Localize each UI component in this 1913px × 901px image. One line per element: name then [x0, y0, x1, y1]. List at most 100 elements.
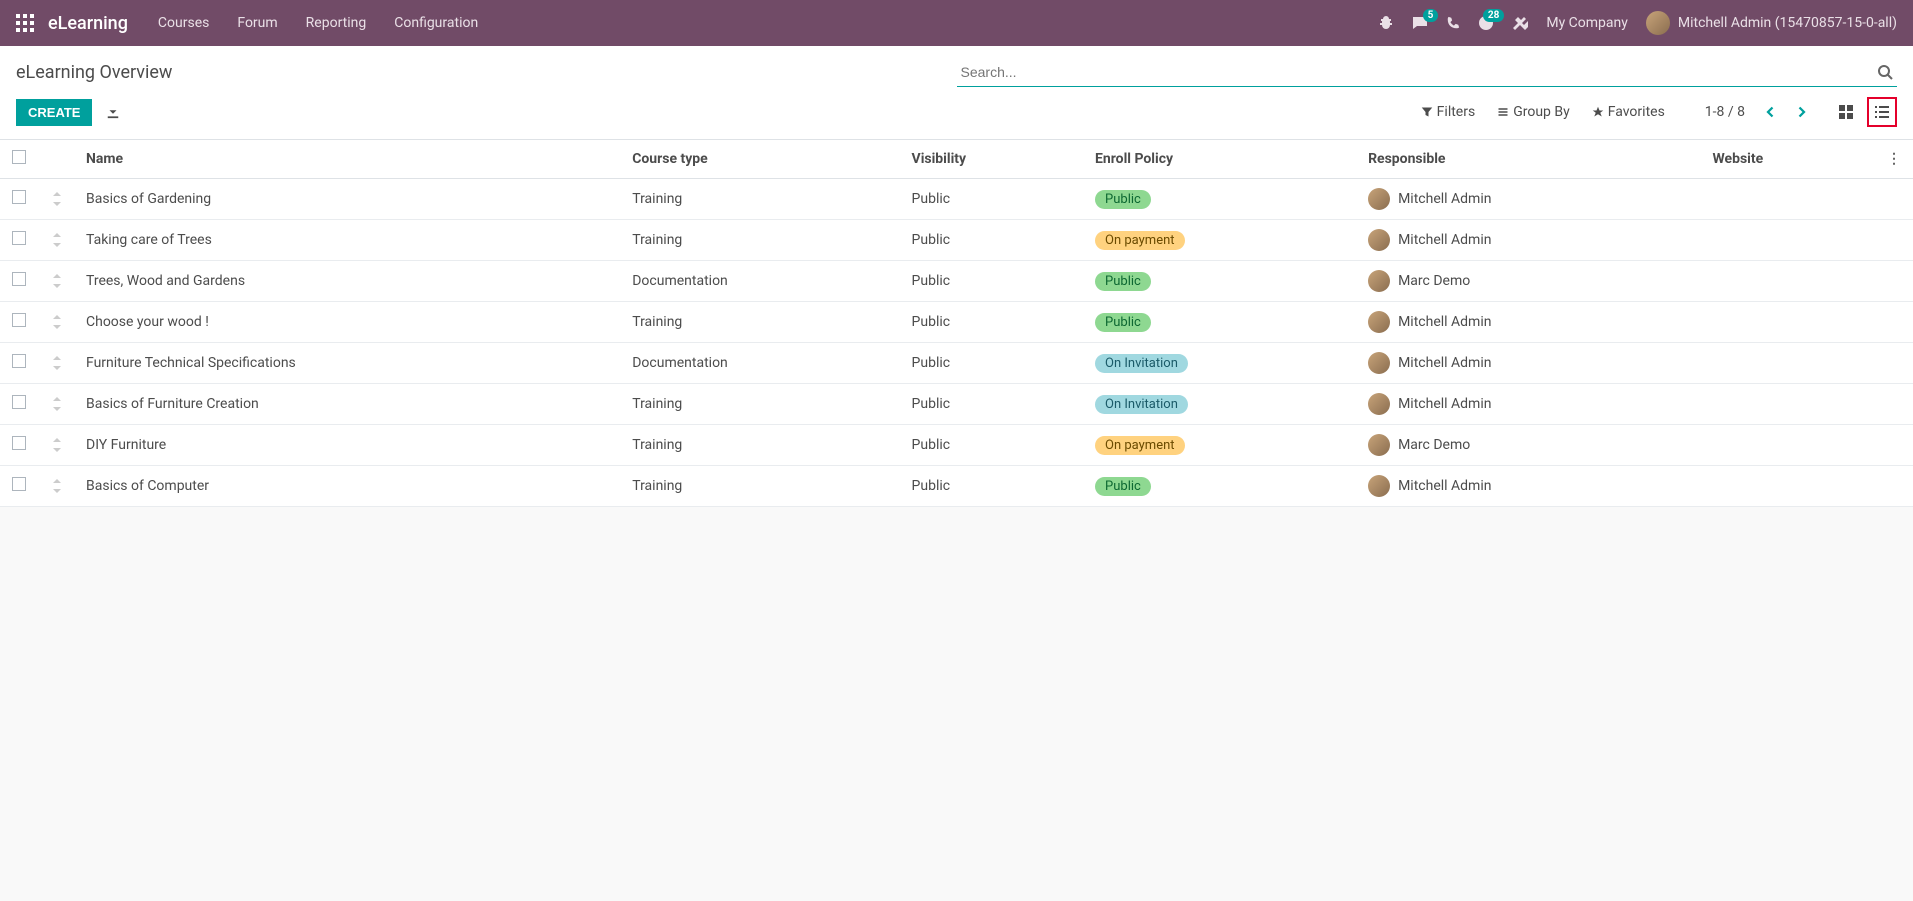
search-icon[interactable] [1877, 64, 1893, 80]
cell-course-type: Documentation [620, 261, 899, 302]
row-checkbox[interactable] [12, 436, 26, 450]
responsible-avatar-icon [1368, 229, 1390, 251]
row-checkbox[interactable] [12, 313, 26, 327]
drag-handle-icon[interactable] [52, 192, 62, 206]
enroll-badge: Public [1095, 477, 1151, 496]
cell-responsible: Marc Demo [1356, 261, 1700, 302]
menu-configuration[interactable]: Configuration [394, 15, 478, 31]
col-enroll-policy[interactable]: Enroll Policy [1083, 140, 1356, 179]
filter-icon [1421, 106, 1433, 118]
pager-text[interactable]: 1-8 / 8 [1705, 104, 1745, 120]
col-visibility[interactable]: Visibility [900, 140, 1083, 179]
cell-responsible: Mitchell Admin [1356, 220, 1700, 261]
table-row[interactable]: Basics of GardeningTrainingPublicPublicM… [0, 179, 1913, 220]
cell-website [1700, 343, 1875, 384]
search-options: Filters Group By Favorites [1421, 104, 1665, 120]
menu-forum[interactable]: Forum [237, 15, 277, 31]
col-course-type[interactable]: Course type [620, 140, 899, 179]
drag-handle-icon[interactable] [52, 438, 62, 452]
phone-icon[interactable] [1446, 16, 1460, 30]
cell-course-type: Training [620, 384, 899, 425]
optional-columns-button[interactable]: ⋮ [1875, 140, 1913, 179]
drag-handle-icon[interactable] [52, 274, 62, 288]
create-button[interactable]: CREATE [16, 99, 92, 126]
company-selector[interactable]: My Company [1546, 15, 1628, 31]
cell-visibility: Public [900, 384, 1083, 425]
drag-handle-icon[interactable] [52, 233, 62, 247]
table-row[interactable]: Basics of Furniture CreationTrainingPubl… [0, 384, 1913, 425]
cell-visibility: Public [900, 302, 1083, 343]
cell-responsible: Mitchell Admin [1356, 179, 1700, 220]
drag-handle-icon[interactable] [52, 356, 62, 370]
responsible-avatar-icon [1368, 270, 1390, 292]
col-website[interactable]: Website [1700, 140, 1875, 179]
group-icon [1497, 106, 1509, 118]
enroll-badge: Public [1095, 190, 1151, 209]
activities-icon[interactable]: 28 [1478, 15, 1494, 31]
cell-name: Furniture Technical Specifications [74, 343, 620, 384]
list-view-button[interactable] [1867, 97, 1897, 127]
menu-reporting[interactable]: Reporting [306, 15, 367, 31]
table-row[interactable]: Basics of ComputerTrainingPublicPublicMi… [0, 466, 1913, 507]
row-checkbox[interactable] [12, 395, 26, 409]
group-by-button[interactable]: Group By [1497, 104, 1570, 120]
responsible-avatar-icon [1368, 352, 1390, 374]
select-all-checkbox[interactable] [12, 150, 26, 164]
table-row[interactable]: Choose your wood !TrainingPublicPublicMi… [0, 302, 1913, 343]
cell-name: Choose your wood ! [74, 302, 620, 343]
kanban-view-button[interactable] [1831, 97, 1861, 127]
cell-name: Trees, Wood and Gardens [74, 261, 620, 302]
export-button[interactable] [106, 105, 120, 119]
cell-visibility: Public [900, 220, 1083, 261]
cell-enroll-policy: Public [1083, 179, 1356, 220]
pager-prev-button[interactable] [1761, 102, 1781, 122]
cell-website [1700, 179, 1875, 220]
cell-website [1700, 425, 1875, 466]
tools-icon[interactable] [1512, 15, 1528, 31]
cell-responsible: Mitchell Admin [1356, 384, 1700, 425]
cell-website [1700, 261, 1875, 302]
cp-right: 1-8 / 8 [1705, 97, 1897, 127]
cell-enroll-policy: Public [1083, 261, 1356, 302]
enroll-badge: On Invitation [1095, 395, 1188, 414]
app-brand[interactable]: eLearning [48, 13, 128, 34]
cell-responsible: Mitchell Admin [1356, 466, 1700, 507]
course-table: Name Course type Visibility Enroll Polic… [0, 140, 1913, 507]
debug-icon[interactable] [1378, 15, 1394, 31]
table-row[interactable]: Taking care of TreesTrainingPublicOn pay… [0, 220, 1913, 261]
row-checkbox[interactable] [12, 354, 26, 368]
search-wrap [957, 58, 1898, 87]
drag-handle-icon[interactable] [52, 315, 62, 329]
enroll-badge: On payment [1095, 231, 1185, 250]
table-row[interactable]: Trees, Wood and GardensDocumentation Publ… [0, 261, 1913, 302]
favorites-button[interactable]: Favorites [1592, 104, 1665, 120]
filters-button[interactable]: Filters [1421, 104, 1476, 120]
apps-icon[interactable] [16, 14, 34, 32]
search-input[interactable] [957, 58, 1898, 87]
table-row[interactable]: DIY FurnitureTrainingPublicOn paymentMar… [0, 425, 1913, 466]
row-checkbox[interactable] [12, 190, 26, 204]
cell-name: Basics of Furniture Creation [74, 384, 620, 425]
cell-website [1700, 384, 1875, 425]
col-responsible[interactable]: Responsible [1356, 140, 1700, 179]
user-menu[interactable]: Mitchell Admin (15470857-15-0-all) [1646, 11, 1897, 35]
row-checkbox[interactable] [12, 272, 26, 286]
menu-courses[interactable]: Courses [158, 15, 209, 31]
row-checkbox[interactable] [12, 231, 26, 245]
drag-handle-icon[interactable] [52, 397, 62, 411]
enroll-badge: On payment [1095, 436, 1185, 455]
pager-next-button[interactable] [1791, 102, 1811, 122]
cell-enroll-policy: On payment [1083, 425, 1356, 466]
star-icon [1592, 106, 1604, 118]
col-name[interactable]: Name [74, 140, 620, 179]
messages-icon[interactable]: 5 [1412, 15, 1428, 31]
cell-enroll-policy: Public [1083, 302, 1356, 343]
cell-name: Basics of Computer [74, 466, 620, 507]
topbar-right: 5 28 My Company Mitchell Admin (15470857… [1378, 11, 1897, 35]
cell-name: Basics of Gardening [74, 179, 620, 220]
cell-course-type: Training [620, 302, 899, 343]
table-row[interactable]: Furniture Technical SpecificationsDocume… [0, 343, 1913, 384]
drag-handle-icon[interactable] [52, 479, 62, 493]
row-checkbox[interactable] [12, 477, 26, 491]
cell-enroll-policy: On Invitation [1083, 343, 1356, 384]
